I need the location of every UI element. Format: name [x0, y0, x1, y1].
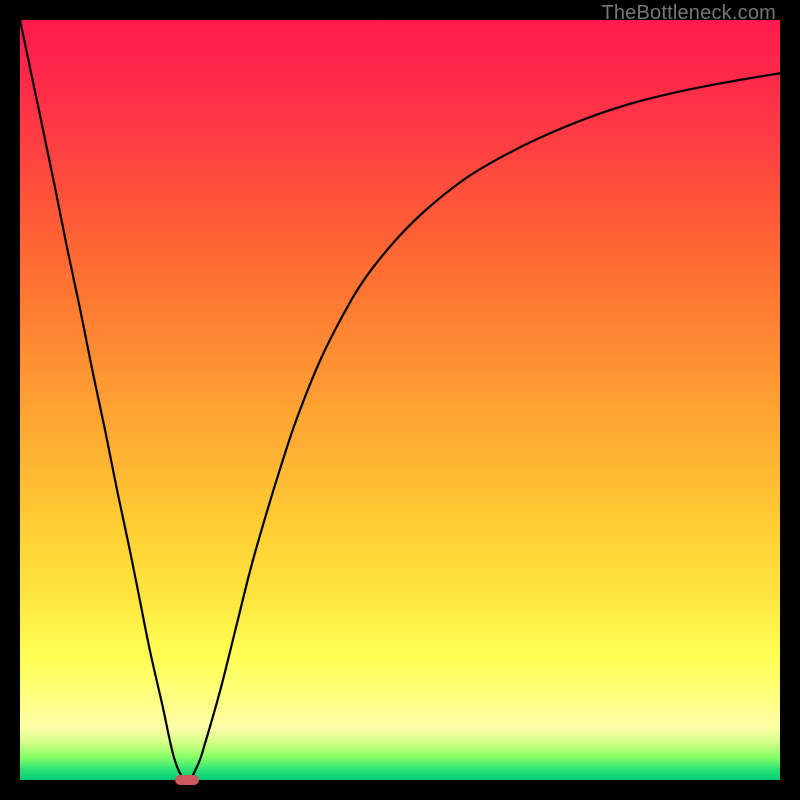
watermark-text: TheBottleneck.com — [601, 2, 776, 25]
optimal-marker — [175, 775, 199, 786]
bottleneck-curve — [20, 20, 780, 780]
plot-area — [20, 20, 780, 780]
chart-frame: TheBottleneck.com — [0, 0, 800, 800]
